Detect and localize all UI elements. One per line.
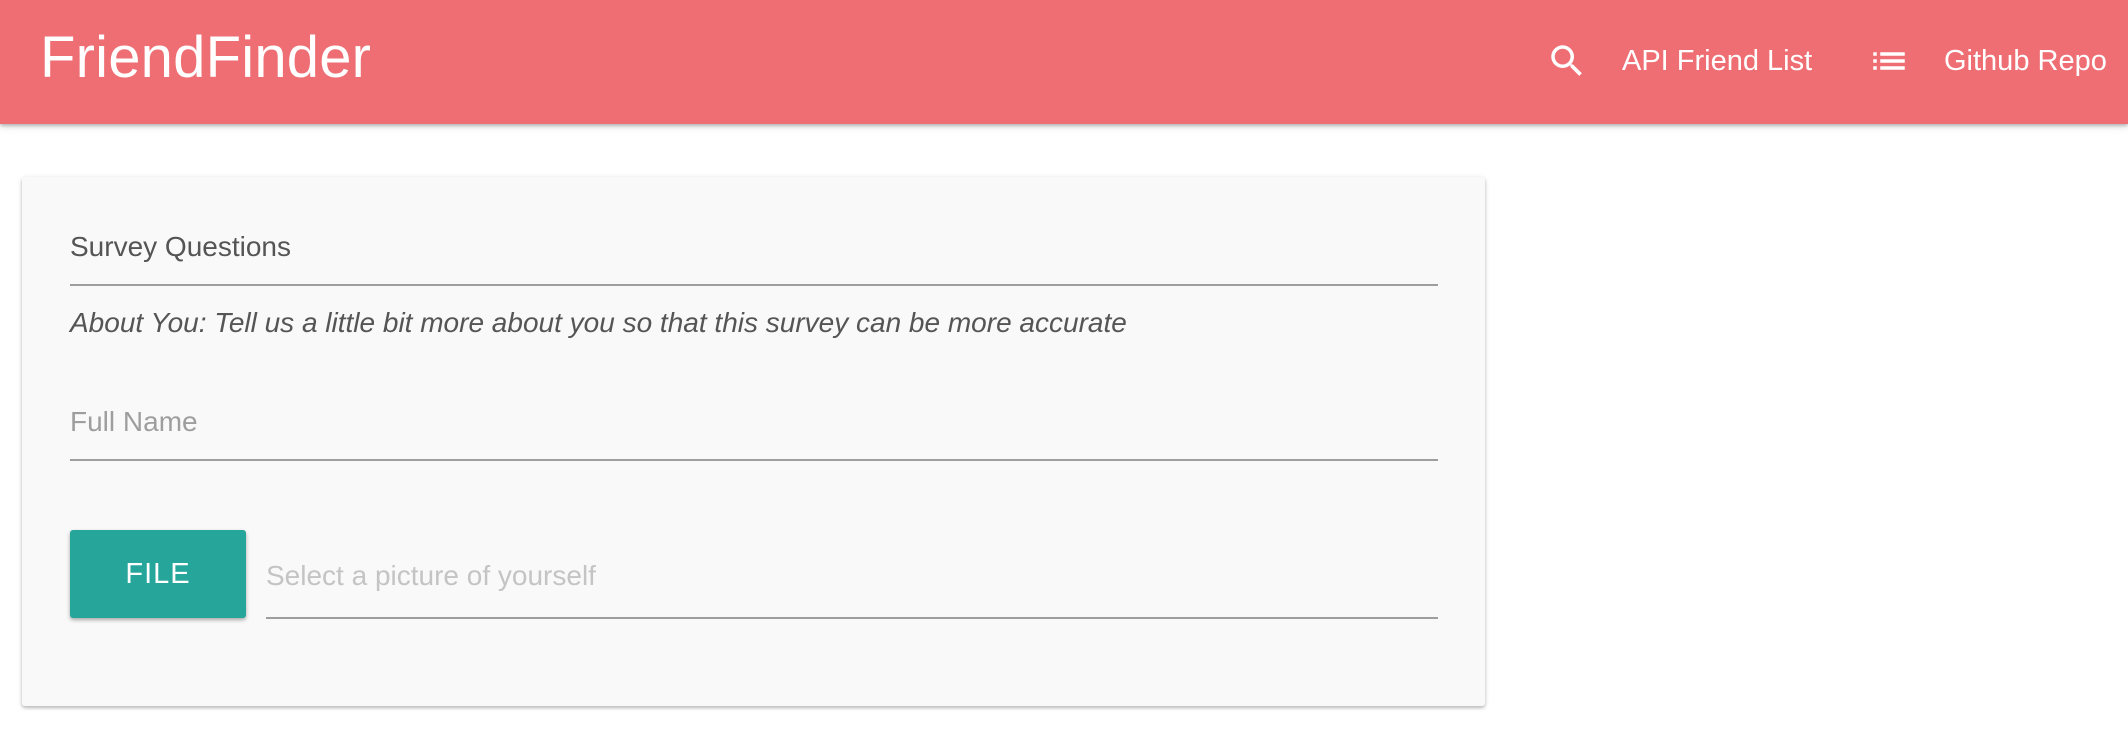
full-name-input[interactable] (70, 385, 1438, 461)
about-you-text: About You: Tell us a little bit more abo… (70, 307, 1127, 338)
brand-logo[interactable]: FriendFinder (40, 22, 371, 94)
list-icon (1868, 40, 1910, 82)
survey-title: Survey Questions (70, 231, 291, 262)
nav-link-label: Github Repo (1944, 45, 2107, 77)
nav-link-label: API Friend List (1622, 45, 1813, 77)
file-path-input[interactable] (266, 535, 1438, 619)
top-navbar: FriendFinder API Friend List Github Repo (0, 0, 2128, 124)
title-divider (70, 284, 1438, 286)
nav-link-github-repo[interactable]: Github Repo (1868, 36, 2107, 86)
survey-card: Survey Questions About You: Tell us a li… (22, 177, 1485, 706)
file-button[interactable]: FILE (70, 530, 246, 618)
nav-link-api-friend-list[interactable]: API Friend List (1546, 36, 1812, 86)
search-icon (1546, 40, 1588, 82)
